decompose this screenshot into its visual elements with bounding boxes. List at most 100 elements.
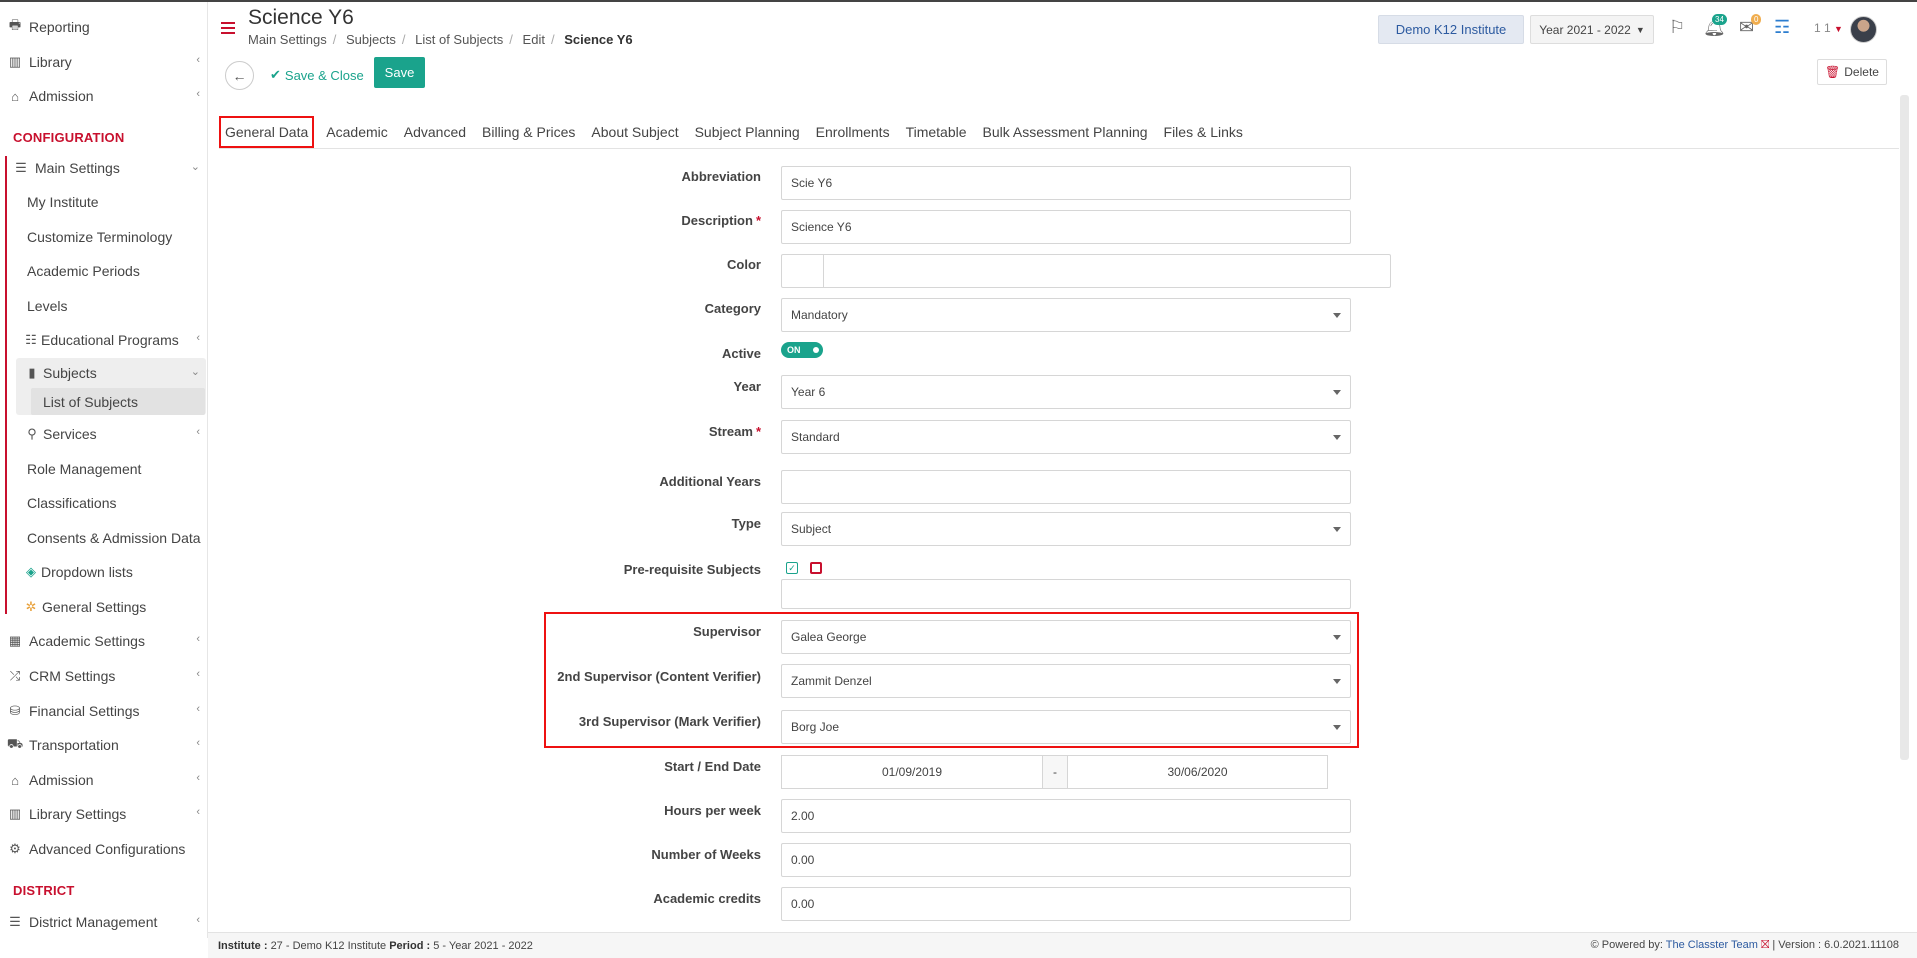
- hours-per-week-field[interactable]: 2.00: [781, 799, 1351, 833]
- sidebar-item-library-settings[interactable]: ▥ Library Settings ‹: [0, 799, 207, 829]
- tab-files-links[interactable]: Files & Links: [1156, 116, 1251, 148]
- breadcrumb-link[interactable]: List of Subjects: [415, 32, 503, 47]
- sidebar-item-label: Main Settings: [35, 160, 120, 176]
- sidebar-item-services[interactable]: ⚲ Services ‹: [0, 419, 207, 449]
- sidebar-item-reporting[interactable]: 🖶 Reporting: [0, 12, 207, 42]
- sidebar-item-subjects[interactable]: ▮ Subjects ⌄: [0, 358, 207, 388]
- sidebar-item-academic-settings[interactable]: ▦ Academic Settings ‹: [0, 626, 207, 656]
- required-marker: *: [755, 213, 761, 228]
- abbreviation-field[interactable]: Scie Y6: [781, 166, 1351, 200]
- user-menu-toggle[interactable]: 1 1 ▼: [1814, 21, 1843, 35]
- tab-advanced[interactable]: Advanced: [396, 116, 474, 148]
- clear-selection-icon[interactable]: [810, 562, 822, 574]
- tab-subject-planning[interactable]: Subject Planning: [687, 116, 808, 148]
- version-label: | Version : 6.0.2021.11108: [1772, 939, 1899, 951]
- check-icon: ✔: [270, 67, 281, 82]
- color-label: Color: [727, 257, 761, 272]
- select-all-icon[interactable]: ✓: [786, 562, 798, 574]
- color-picker-field[interactable]: [781, 254, 1391, 288]
- tab-bulk-assessment-planning[interactable]: Bulk Assessment Planning: [975, 116, 1156, 148]
- color-swatch[interactable]: [782, 255, 824, 287]
- hamburger-menu-icon[interactable]: [221, 22, 235, 34]
- sidebar-item-district-management[interactable]: ☰ District Management ‹: [0, 907, 207, 937]
- caret-down-icon: [1333, 390, 1341, 395]
- save-and-close-label: Save & Close: [284, 67, 364, 83]
- sidebar-item-label: Advanced Configurations: [29, 841, 186, 857]
- academic-credits-field[interactable]: 0.00: [781, 887, 1351, 921]
- network-icon: ⚲: [27, 426, 37, 441]
- sidebar-item-admission-lower[interactable]: ⌂ Admission ‹: [0, 765, 207, 795]
- books-icon: ▥: [8, 806, 22, 821]
- chevron-left-icon: ‹: [196, 54, 200, 66]
- breadcrumb-link[interactable]: Main Settings: [248, 32, 327, 47]
- notification-count-badge: 34: [1712, 14, 1727, 25]
- sidebar-item-classifications[interactable]: Classifications: [0, 488, 207, 518]
- stream-label-text: Stream: [708, 424, 753, 439]
- year-selector[interactable]: Year 2021 - 2022 ▼: [1530, 15, 1654, 44]
- sidebar-item-transportation[interactable]: ⛟ Transportation ‹: [0, 730, 207, 760]
- caret-down-icon: [1333, 679, 1341, 684]
- page-scrollbar[interactable]: [1900, 95, 1909, 760]
- type-select[interactable]: Subject: [781, 512, 1351, 546]
- sidebar-item-consents[interactable]: Consents & Admission Data: [0, 523, 207, 553]
- tab-enrollments[interactable]: Enrollments: [808, 116, 898, 148]
- tabs-divider: [219, 148, 1899, 149]
- sidebar-item-main-settings[interactable]: ☰ Main Settings ⌄: [0, 153, 207, 183]
- supervisor3-select[interactable]: Borg Joe: [781, 710, 1351, 744]
- sidebar-item-dropdown-lists[interactable]: ◈ Dropdown lists: [0, 557, 207, 587]
- sidebar-item-label: Reporting: [29, 19, 90, 35]
- sidebar-item-educational-programs[interactable]: ☷ Educational Programs ‹: [0, 325, 207, 355]
- category-select[interactable]: Mandatory: [781, 298, 1351, 332]
- sidebar-item-academic-periods[interactable]: Academic Periods: [0, 256, 207, 286]
- stream-value: Standard: [791, 430, 840, 444]
- breadcrumb-link[interactable]: Edit: [523, 32, 545, 47]
- sidebar-item-role-management[interactable]: Role Management: [0, 454, 207, 484]
- start-date-field[interactable]: 01/09/2019: [781, 755, 1043, 789]
- sidebar-item-crm-settings[interactable]: ⤮ CRM Settings ‹: [0, 661, 207, 691]
- tab-timetable[interactable]: Timetable: [898, 116, 975, 148]
- delete-button[interactable]: 🗑︎ Delete: [1817, 59, 1887, 85]
- supervisor-select[interactable]: Galea George: [781, 620, 1351, 654]
- sidebar-item-label: Library: [29, 54, 72, 70]
- sidebar-item-customize-terminology[interactable]: Customize Terminology: [0, 222, 207, 252]
- sidebar-item-levels[interactable]: Levels: [0, 291, 207, 321]
- tab-about-subject[interactable]: About Subject: [583, 116, 686, 148]
- description-field[interactable]: Science Y6: [781, 210, 1351, 244]
- window-top-border: [0, 0, 1917, 2]
- flag-icon[interactable]: ⚐: [1669, 17, 1685, 38]
- stream-select[interactable]: Standard: [781, 420, 1351, 454]
- save-button[interactable]: Save: [374, 57, 425, 88]
- bus-icon: ⛟: [6, 736, 24, 751]
- end-date-field[interactable]: 30/06/2020: [1067, 755, 1328, 789]
- layers-icon[interactable]: ☶: [1774, 17, 1790, 38]
- breadcrumb-link[interactable]: Subjects: [346, 32, 396, 47]
- mail-count-badge: 0: [1751, 14, 1762, 25]
- classter-team-link[interactable]: The Classter Team: [1666, 939, 1758, 951]
- number-of-weeks-field[interactable]: 0.00: [781, 843, 1351, 877]
- tab-billing-prices[interactable]: Billing & Prices: [474, 116, 583, 148]
- prerequisite-field[interactable]: [781, 579, 1351, 609]
- year-select[interactable]: Year 6: [781, 375, 1351, 409]
- chevron-left-icon: ‹: [196, 914, 200, 926]
- save-and-close-button[interactable]: ✔ Save & Close: [266, 60, 368, 90]
- institution-icon: ⌂: [11, 772, 19, 788]
- tab-general-data[interactable]: General Data: [219, 116, 315, 148]
- sidebar-item-list-of-subjects[interactable]: List of Subjects: [0, 387, 207, 417]
- active-toggle[interactable]: ON: [781, 342, 823, 358]
- sidebar-item-financial-settings[interactable]: ⛁ Financial Settings ‹: [0, 696, 207, 726]
- avatar[interactable]: [1850, 16, 1877, 43]
- sidebar-item-advanced-configurations[interactable]: ⚙ Advanced Configurations: [0, 834, 207, 864]
- sidebar-item-general-settings[interactable]: ✲ General Settings: [0, 592, 207, 622]
- sidebar-item-library[interactable]: ▥ Library ‹: [0, 47, 207, 77]
- sidebar-item-my-institute[interactable]: My Institute: [0, 187, 207, 217]
- breadcrumb-separator: /: [550, 32, 555, 47]
- supervisor3-label: 3rd Supervisor (Mark Verifier): [578, 714, 761, 729]
- supervisor2-select[interactable]: Zammit Denzel: [781, 664, 1351, 698]
- back-button[interactable]: ←: [225, 61, 254, 90]
- category-value: Mandatory: [791, 308, 848, 322]
- institute-selector[interactable]: Demo K12 Institute: [1378, 15, 1524, 44]
- hours-label: Hours per week: [664, 803, 761, 818]
- tab-academic[interactable]: Academic: [318, 116, 395, 148]
- sidebar-item-admission[interactable]: ⌂ Admission ‹: [0, 81, 207, 111]
- additional-years-field[interactable]: [781, 470, 1351, 504]
